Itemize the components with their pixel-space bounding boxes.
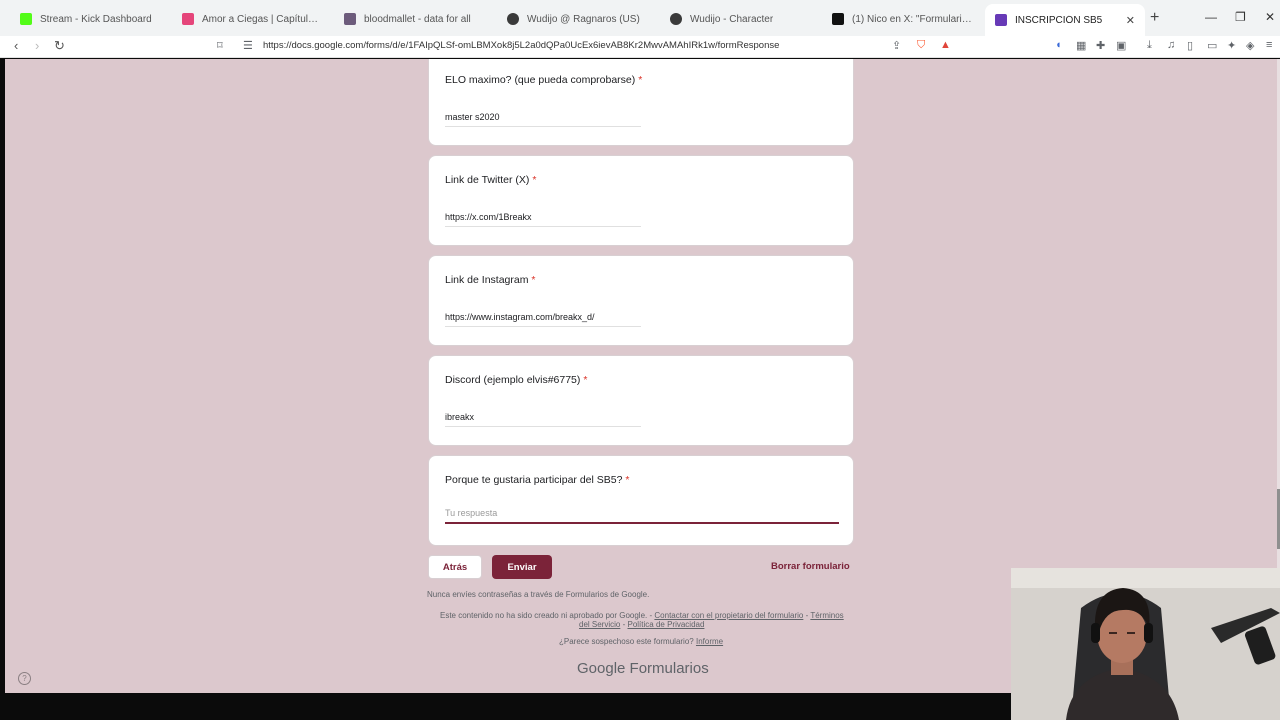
share-icon[interactable]: ⇪ xyxy=(892,39,901,52)
question-title: Link de Instagram * xyxy=(445,274,536,286)
terms-link-part[interactable]: Términos xyxy=(810,611,843,620)
webcam-overlay xyxy=(1011,568,1280,720)
site-icon xyxy=(670,13,682,25)
required-asterisk: * xyxy=(532,174,537,186)
brave-shields-icon[interactable]: ⛉ xyxy=(917,39,925,52)
brave-rewards-icon[interactable]: ▲ xyxy=(940,39,951,51)
answer-field-elo[interactable]: master s2020 xyxy=(445,112,641,127)
tab-amor-a-ciegas[interactable]: Amor a Ciegas | Capítulo 32 | Una p xyxy=(172,6,332,32)
report-link[interactable]: Informe xyxy=(696,637,723,646)
leo-ai-icon[interactable]: ✦ xyxy=(1227,39,1236,52)
report-line: ¿Parece sospechoso este formulario? Info… xyxy=(559,637,723,646)
tab-title: INSCRIPCIÓN SB5 xyxy=(1015,14,1103,26)
new-tab-icon[interactable]: + xyxy=(1150,9,1159,27)
minimize-icon[interactable]: — xyxy=(1205,10,1217,24)
answer-input-motivation[interactable] xyxy=(445,504,839,524)
required-asterisk: * xyxy=(625,474,630,486)
question-title: Link de Twitter (X) * xyxy=(445,174,537,186)
terms-of-service-link[interactable]: del Servicio xyxy=(579,620,620,629)
back-button[interactable]: Atrás xyxy=(428,555,482,579)
contact-owner-link[interactable]: Contactar con el propietario del formula… xyxy=(654,611,803,620)
disclaimer-line-2: del Servicio - Política de Privacidad xyxy=(579,620,705,629)
menu-icon[interactable]: ≡ xyxy=(1266,39,1272,51)
x-icon xyxy=(832,13,844,25)
suspicious-text: ¿Parece sospechoso este formulario? xyxy=(559,637,694,646)
tab-inscripcion-sb5[interactable]: INSCRIPCIÓN SB5 ✕ xyxy=(985,4,1145,36)
clear-form-button[interactable]: Borrar formulario xyxy=(771,561,850,572)
address-bar-url[interactable]: https://docs.google.com/forms/d/e/1FAIpQ… xyxy=(263,40,779,51)
question-card-instagram: Link de Instagram * https://www.instagra… xyxy=(428,255,854,346)
question-title: Discord (ejemplo elvis#6775) * xyxy=(445,374,588,386)
tab-title: (1) Nico en X: "Formulario de inscrip xyxy=(852,13,972,25)
brand-google: Google xyxy=(577,660,626,677)
kick-icon xyxy=(20,13,32,25)
streamer-webcam-image xyxy=(1011,568,1280,720)
answer-field-discord[interactable]: ibreakx xyxy=(445,412,641,427)
browser-tab-bar: Stream - Kick Dashboard Amor a Ciegas | … xyxy=(0,0,1280,36)
download-icon[interactable]: ⤓ xyxy=(1147,39,1152,52)
extension-icon[interactable]: ▦ xyxy=(1076,39,1086,52)
password-warning: Nunca envíes contraseñas a través de For… xyxy=(427,590,650,599)
site-icon xyxy=(182,13,194,25)
screen-bottom-strip xyxy=(0,693,1011,720)
bookmark-icon[interactable]: ⌑ xyxy=(217,39,223,52)
required-asterisk: * xyxy=(638,74,643,86)
wallet-icon[interactable]: ▭ xyxy=(1207,39,1217,52)
disclaimer-text: Este contenido no ha sido creado ni apro… xyxy=(440,611,653,620)
tab-title: Wudijo @ Ragnaros (US) xyxy=(527,13,640,25)
close-window-icon[interactable]: ✕ xyxy=(1265,10,1275,24)
music-icon[interactable]: ♫ xyxy=(1167,39,1175,51)
question-card-twitter: Link de Twitter (X) * https://x.com/1Bre… xyxy=(428,155,854,246)
close-tab-icon[interactable]: ✕ xyxy=(1126,14,1135,27)
required-asterisk: * xyxy=(583,374,588,386)
tab-title: Amor a Ciegas | Capítulo 32 | Una p xyxy=(202,13,322,25)
disclaimer-line: Este contenido no ha sido creado ni apro… xyxy=(440,611,844,620)
privacy-policy-link[interactable]: Política de Privacidad xyxy=(627,620,704,629)
question-card-motivation: Porque te gustaria participar del SB5? * xyxy=(428,455,854,546)
question-title: Porque te gustaria participar del SB5? * xyxy=(445,474,630,486)
site-settings-icon[interactable]: ☰ xyxy=(243,39,253,52)
brand-forms: Formularios xyxy=(629,660,709,677)
site-icon xyxy=(507,13,519,25)
back-icon[interactable]: ‹ xyxy=(14,38,18,53)
submit-button[interactable]: Enviar xyxy=(492,555,552,579)
tab-bloodmallet[interactable]: bloodmallet - data for all xyxy=(334,6,494,32)
tab-wudijo-character[interactable]: Wudijo - Character xyxy=(660,6,820,32)
answer-field-twitter[interactable]: https://x.com/1Breakx xyxy=(445,212,641,227)
tab-title: Wudijo - Character xyxy=(690,13,774,25)
tab-kick-dashboard[interactable]: Stream - Kick Dashboard xyxy=(10,6,170,32)
tab-title: bloodmallet - data for all xyxy=(364,13,471,25)
hammer-icon xyxy=(344,13,356,25)
answer-field-instagram[interactable]: https://www.instagram.com/breakx_d/ xyxy=(445,312,641,327)
tab-wudijo-ragnaros[interactable]: Wudijo @ Ragnaros (US) xyxy=(497,6,657,32)
forward-icon[interactable]: › xyxy=(35,38,39,53)
vpn-icon[interactable]: ◈ xyxy=(1246,39,1254,52)
puzzle-icon[interactable]: ✚ xyxy=(1096,39,1105,52)
help-icon[interactable]: ? xyxy=(18,672,31,685)
required-asterisk: * xyxy=(531,274,536,286)
question-title: ELO maximo? (que pueda comprobarse) * xyxy=(445,74,643,86)
restore-icon[interactable]: ❐ xyxy=(1235,10,1246,24)
tab-x-nico[interactable]: (1) Nico en X: "Formulario de inscrip xyxy=(822,6,982,32)
question-card-elo: ELO maximo? (que pueda comprobarse) * ma… xyxy=(428,59,854,146)
google-forms-logo[interactable]: Google Formularios xyxy=(577,660,709,677)
browser-toolbar: ‹ › ↻ ⌑ ☰ https://docs.google.com/forms/… xyxy=(0,36,1280,58)
question-card-discord: Discord (ejemplo elvis#6775) * ibreakx xyxy=(428,355,854,446)
google-forms-icon xyxy=(995,14,1007,26)
sidebar-icon[interactable]: ▯ xyxy=(1187,39,1193,52)
screenshot-icon[interactable]: ▣ xyxy=(1116,39,1126,52)
tab-title: Stream - Kick Dashboard xyxy=(40,13,152,25)
reload-icon[interactable]: ↻ xyxy=(54,38,65,54)
speak-icon[interactable]: ◖ xyxy=(1055,39,1062,51)
